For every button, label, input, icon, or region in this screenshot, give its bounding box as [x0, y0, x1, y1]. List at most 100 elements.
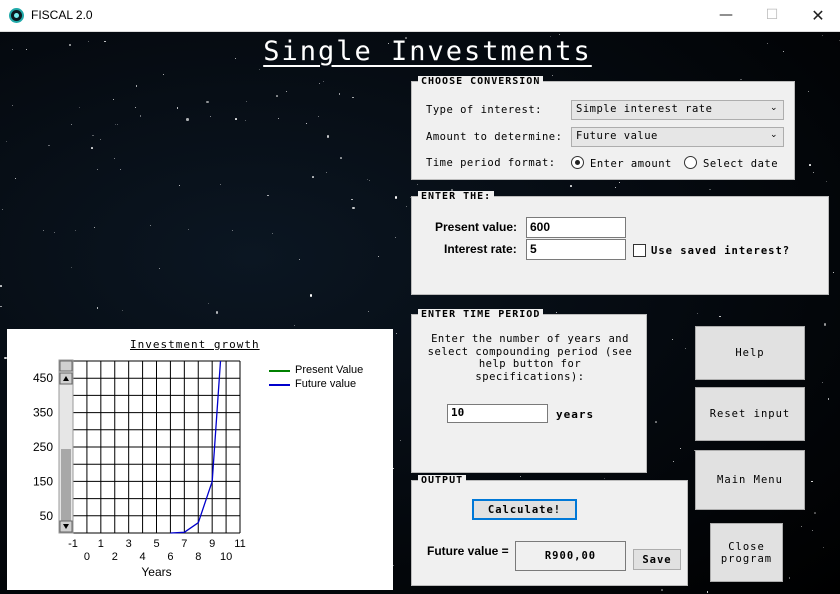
star	[822, 546, 824, 548]
star	[114, 157, 116, 159]
x-tick-label: 5	[153, 538, 159, 550]
x-tick-label: 4	[140, 551, 146, 563]
star	[186, 118, 189, 121]
app-logo-icon	[9, 8, 24, 23]
star	[823, 323, 827, 326]
star	[812, 529, 814, 531]
y-tick-label: 250	[33, 440, 53, 454]
star	[826, 180, 828, 182]
star	[94, 227, 96, 229]
star	[12, 105, 14, 107]
future-value-display: R900,00	[515, 541, 626, 571]
star	[48, 144, 50, 147]
star	[416, 183, 419, 186]
star	[1, 209, 3, 211]
reset-input-button[interactable]: Reset input	[695, 387, 805, 441]
star	[352, 96, 354, 99]
x-tick-label: 10	[220, 551, 232, 563]
legend-future-value: Future value	[269, 378, 363, 392]
star	[614, 186, 617, 189]
star	[117, 123, 119, 125]
star	[719, 315, 721, 318]
enter-amount-radio[interactable]	[571, 156, 584, 169]
star	[811, 480, 813, 483]
y-tick-label: 350	[33, 406, 53, 420]
type-of-interest-label: Type of interest:	[426, 104, 542, 116]
select-date-label[interactable]: Select date	[703, 158, 778, 170]
star	[0, 305, 2, 308]
star	[309, 294, 313, 297]
star	[740, 78, 742, 81]
star	[709, 188, 711, 191]
x-tick-label: 9	[209, 538, 215, 550]
close-program-button[interactable]: Close program	[710, 523, 783, 582]
star	[96, 169, 98, 171]
x-tick-label: 0	[84, 551, 90, 563]
star	[821, 381, 824, 384]
star	[299, 258, 301, 260]
chevron-down-icon: ⌄	[769, 130, 778, 140]
amount-to-determine-label: Amount to determine:	[426, 131, 563, 143]
output-panel: OUTPUT Calculate! Future value = R900,00…	[411, 475, 688, 586]
future-value-label: Future value =	[427, 544, 509, 558]
main-menu-button[interactable]: Main Menu	[695, 450, 805, 510]
help-button[interactable]: Help	[695, 326, 805, 380]
star	[71, 267, 72, 269]
zoom-reset-button	[59, 360, 73, 372]
time-period-panel: ENTER TIME PERIOD Enter the number of ye…	[411, 309, 647, 473]
save-button[interactable]: Save	[633, 549, 681, 570]
star	[788, 577, 791, 579]
star	[215, 311, 219, 314]
star	[231, 230, 233, 232]
star	[338, 93, 341, 95]
star	[99, 138, 102, 141]
star	[377, 255, 379, 257]
enter-amount-label[interactable]: Enter amount	[590, 158, 672, 170]
star	[208, 303, 210, 305]
use-saved-interest-label[interactable]: Use saved interest?	[651, 245, 790, 257]
legend-present-value: Present Value	[269, 364, 363, 378]
present-value-input[interactable]: 600	[526, 217, 626, 238]
star	[293, 325, 295, 327]
interest-rate-input[interactable]: 5	[526, 239, 626, 260]
star	[139, 115, 142, 117]
star	[277, 118, 279, 120]
y-tick-label: 450	[33, 371, 53, 385]
star	[158, 267, 160, 269]
present-value-label: Present value:	[435, 220, 518, 234]
star	[706, 591, 709, 593]
amount-to-determine-select[interactable]: Future value ⌄	[571, 127, 784, 147]
star	[673, 461, 675, 463]
close-window-button[interactable]: ✕	[795, 0, 840, 31]
star	[326, 135, 330, 138]
star	[661, 589, 663, 591]
interest-rate-label: Interest rate:	[444, 242, 517, 256]
star	[176, 107, 179, 109]
maximize-button[interactable]: ☐	[749, 0, 795, 31]
star	[134, 107, 136, 109]
star	[395, 332, 397, 334]
x-tick-label: 3	[126, 538, 132, 550]
calculate-button[interactable]: Calculate!	[472, 499, 577, 520]
use-saved-interest-checkbox[interactable]	[633, 244, 646, 257]
star	[271, 232, 274, 235]
star	[394, 196, 398, 199]
star	[801, 525, 803, 527]
minimize-button[interactable]: —	[703, 0, 749, 31]
star	[75, 230, 77, 232]
x-tick-label: 2	[112, 551, 118, 563]
star	[209, 115, 211, 117]
star	[520, 476, 522, 478]
star	[832, 272, 834, 274]
years-input[interactable]: 10	[447, 404, 548, 423]
star	[219, 184, 221, 186]
x-axis-label: Years	[141, 565, 171, 579]
star	[187, 228, 189, 230]
future-value-output: R900,00	[544, 550, 597, 562]
type-of-interest-select[interactable]: Simple interest rate ⌄	[571, 100, 784, 120]
select-date-radio[interactable]	[684, 156, 697, 169]
scroll-thumb	[61, 449, 71, 521]
star	[809, 164, 811, 166]
type-of-interest-value: Simple interest rate	[576, 103, 713, 115]
star	[276, 95, 278, 97]
